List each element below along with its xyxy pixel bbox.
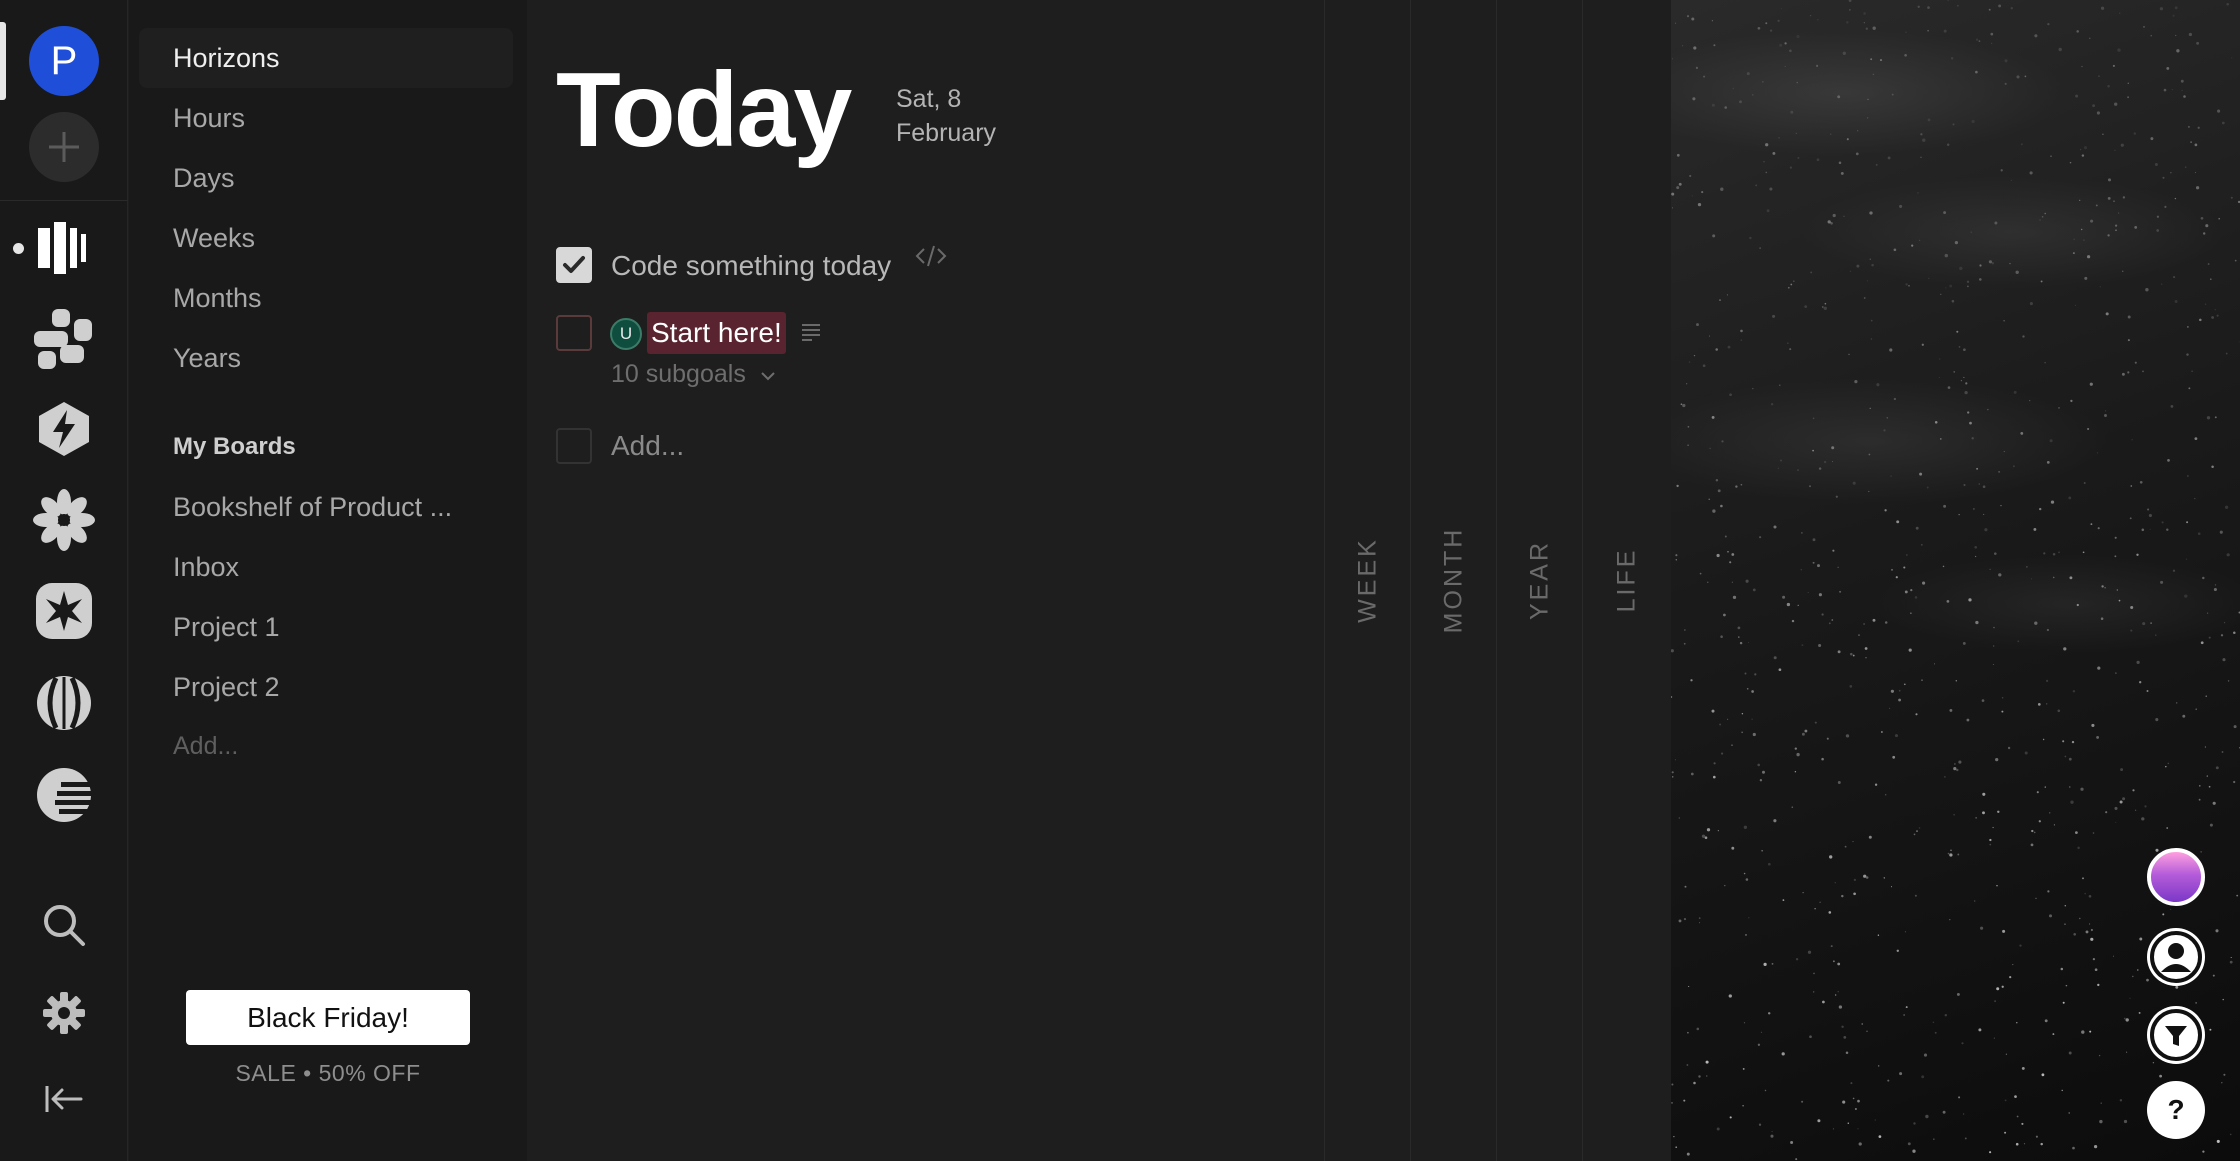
app-starburst-button[interactable] bbox=[0, 568, 128, 654]
sunset-app-icon bbox=[37, 768, 93, 822]
nav-item-years[interactable]: Years bbox=[173, 343, 241, 374]
help-button[interactable]: ? bbox=[2147, 1081, 2205, 1139]
page-title: Today bbox=[556, 51, 852, 169]
horizon-column-week[interactable]: WEEK bbox=[1324, 0, 1410, 1161]
notes-icon[interactable] bbox=[800, 322, 822, 342]
app-globe-button[interactable] bbox=[0, 660, 128, 746]
active-app-dot bbox=[13, 243, 24, 254]
nav-item-days[interactable]: Days bbox=[173, 163, 235, 194]
board-item-project-2[interactable]: Project 2 bbox=[173, 672, 280, 703]
nav-item-horizons[interactable]: Horizons bbox=[173, 43, 280, 74]
chevron-down-icon bbox=[761, 372, 775, 381]
app-root: P Horizons Hours Days Weeks Months Years… bbox=[0, 0, 2240, 1161]
filter-icon bbox=[2150, 1009, 2202, 1061]
filter-button[interactable] bbox=[2147, 1006, 2205, 1064]
subgoals-count: 10 subgoals bbox=[611, 360, 746, 388]
nav-item-hours[interactable]: Hours bbox=[173, 103, 245, 134]
add-task-input[interactable]: Add... bbox=[611, 430, 684, 462]
nav-item-weeks[interactable]: Weeks bbox=[173, 223, 255, 254]
app-sunset-button[interactable] bbox=[0, 752, 128, 838]
add-workspace-button[interactable] bbox=[0, 104, 128, 190]
sand-texture bbox=[1671, 0, 2240, 1161]
workspace-avatar[interactable]: P bbox=[29, 26, 99, 96]
collapse-sidebar-button[interactable] bbox=[0, 1056, 128, 1142]
task-checkbox-checked[interactable] bbox=[556, 247, 592, 283]
nav-item-months[interactable]: Months bbox=[173, 283, 262, 314]
horizon-column-year[interactable]: YEAR bbox=[1496, 0, 1582, 1161]
assignee-avatar[interactable]: U bbox=[610, 318, 642, 350]
checkmark-icon bbox=[563, 256, 585, 273]
theme-picker-button[interactable] bbox=[2147, 848, 2205, 906]
search-icon bbox=[44, 905, 85, 946]
add-icon[interactable] bbox=[29, 112, 99, 182]
horizon-label-month: MONTH bbox=[1439, 526, 1467, 634]
board-item-bookshelf[interactable]: Bookshelf of Product ... bbox=[173, 492, 452, 523]
navigation-sidebar: Horizons Hours Days Weeks Months Years M… bbox=[129, 0, 527, 1161]
horizon-label-year: YEAR bbox=[1525, 539, 1553, 621]
horizon-column-life[interactable]: LIFE bbox=[1582, 0, 1671, 1161]
settings-button[interactable] bbox=[0, 970, 128, 1056]
profile-button[interactable] bbox=[2147, 928, 2205, 986]
subgoals-toggle[interactable]: 10 subgoals bbox=[611, 360, 777, 389]
user-icon bbox=[2150, 931, 2202, 983]
add-board-button[interactable]: Add... bbox=[173, 732, 238, 761]
help-icon: ? bbox=[2167, 1094, 2185, 1125]
bars-app-icon bbox=[38, 222, 86, 274]
app-asterisk-button[interactable] bbox=[0, 477, 128, 563]
boards-heading: My Boards bbox=[173, 433, 296, 460]
horizon-label-week: WEEK bbox=[1353, 537, 1381, 623]
starburst-app-icon bbox=[36, 583, 92, 639]
add-task-checkbox[interactable] bbox=[556, 428, 592, 464]
background-image bbox=[1671, 0, 2240, 1161]
app-horizons-button[interactable] bbox=[0, 205, 128, 291]
globe-app-icon bbox=[37, 676, 91, 730]
search-button[interactable] bbox=[0, 882, 128, 968]
date-line-2: February bbox=[896, 119, 997, 147]
horizon-column-month[interactable]: MONTH bbox=[1410, 0, 1496, 1161]
rail-divider bbox=[0, 200, 128, 201]
app-rail: P bbox=[0, 0, 128, 1161]
horizon-label-life: LIFE bbox=[1612, 547, 1641, 613]
board-item-inbox[interactable]: Inbox bbox=[173, 552, 239, 583]
task-title-highlighted[interactable]: Start here! bbox=[647, 312, 786, 354]
task-title[interactable]: Code something today bbox=[611, 250, 891, 282]
code-icon[interactable] bbox=[915, 244, 947, 268]
asterisk-app-icon bbox=[33, 489, 95, 551]
promo-subtitle: SALE • 50% OFF bbox=[235, 1060, 421, 1086]
date-line-1: Sat, 8 bbox=[896, 85, 962, 113]
gear-icon bbox=[43, 992, 85, 1034]
task-checkbox[interactable] bbox=[556, 315, 592, 351]
black-friday-button[interactable]: Black Friday! bbox=[186, 990, 470, 1045]
workspace-switcher[interactable]: P bbox=[0, 18, 128, 104]
board-item-project-1[interactable]: Project 1 bbox=[173, 612, 280, 643]
date-label: Sat, 8 February bbox=[896, 82, 996, 150]
app-blocks-button[interactable] bbox=[0, 296, 128, 382]
bolt-app-icon bbox=[39, 402, 89, 456]
collapse-icon bbox=[45, 1086, 83, 1112]
app-bolt-button[interactable] bbox=[0, 386, 128, 472]
today-panel: Today Sat, 8 February Code something tod… bbox=[527, 0, 1324, 1161]
blocks-app-icon bbox=[34, 309, 92, 369]
